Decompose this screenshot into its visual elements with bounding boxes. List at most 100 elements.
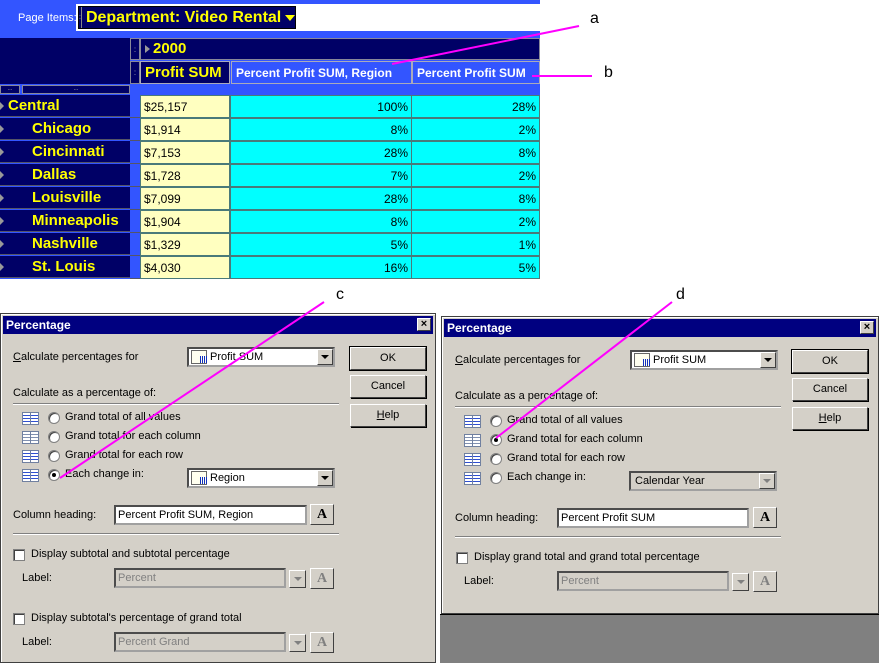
subtotal-checkbox[interactable] xyxy=(13,549,25,561)
column-dim-drag-handle[interactable]: : xyxy=(130,38,140,60)
cell-profit-sum[interactable]: $4,030 xyxy=(140,256,230,279)
calc-for-combo[interactable]: Profit SUM xyxy=(187,347,335,367)
expand-arrow-icon[interactable] xyxy=(0,124,4,133)
column-heading-input[interactable]: Percent Profit SUM xyxy=(557,508,749,528)
row-header[interactable]: Cincinnati xyxy=(0,141,130,163)
row-header[interactable]: Louisville xyxy=(0,187,130,209)
option-label[interactable]: Each change in: xyxy=(65,468,144,480)
calc-for-value: Profit SUM xyxy=(210,351,264,363)
cell-percent-total[interactable]: 5% xyxy=(411,256,540,279)
cell-percent-region[interactable]: 28% xyxy=(230,141,412,164)
cancel-button[interactable]: Cancel xyxy=(792,378,868,401)
expand-arrow-icon[interactable] xyxy=(0,193,4,202)
option-label[interactable]: Grand total for each column xyxy=(65,430,201,442)
expand-arrow-icon[interactable] xyxy=(0,147,4,156)
expand-arrow-icon[interactable] xyxy=(145,45,150,53)
cell-percent-region[interactable]: 100% xyxy=(230,95,412,118)
ok-button[interactable]: OK xyxy=(791,349,869,374)
cell-percent-region[interactable]: 8% xyxy=(230,118,412,141)
row-header[interactable]: Dallas xyxy=(0,164,130,186)
font-format-button[interactable]: A xyxy=(310,568,334,589)
column-heading-input[interactable]: Percent Profit SUM, Region xyxy=(114,505,307,525)
option-label[interactable]: Grand total of all values xyxy=(65,411,181,423)
cell-profit-sum[interactable]: $1,904 xyxy=(140,210,230,233)
cell-percent-region[interactable]: 8% xyxy=(230,210,412,233)
chevron-down-icon[interactable] xyxy=(289,634,306,652)
cell-percent-region[interactable]: 16% xyxy=(230,256,412,279)
option-radio[interactable] xyxy=(48,469,60,481)
column-dimension-year[interactable]: 2000 xyxy=(140,38,540,60)
cell-percent-total[interactable]: 28% xyxy=(411,95,540,118)
option-label[interactable]: Grand total for each row xyxy=(65,449,183,461)
row-header[interactable]: Nashville xyxy=(0,233,130,255)
option-label[interactable]: Each change in: xyxy=(507,471,586,483)
font-format-button[interactable]: A xyxy=(310,632,334,653)
expand-arrow-icon[interactable] xyxy=(0,170,4,179)
row-header[interactable]: Central xyxy=(0,95,130,117)
close-icon[interactable]: × xyxy=(860,321,874,334)
cell-percent-total[interactable]: 8% xyxy=(411,141,540,164)
chevron-down-icon[interactable] xyxy=(317,349,333,365)
option-radio[interactable] xyxy=(48,450,60,462)
grand-percentage-checkbox[interactable] xyxy=(13,613,25,625)
subtotal-label-input[interactable]: Percent xyxy=(114,568,286,588)
expand-arrow-icon[interactable] xyxy=(0,239,4,248)
option-radio[interactable] xyxy=(48,412,60,424)
cell-percent-total[interactable]: 2% xyxy=(411,210,540,233)
row-header[interactable]: Minneapolis xyxy=(0,210,130,232)
grand-label-input[interactable]: Percent Grand xyxy=(114,632,286,652)
cell-percent-total[interactable]: 8% xyxy=(411,187,540,210)
cell-percent-total[interactable]: 1% xyxy=(411,233,540,256)
chevron-down-icon[interactable] xyxy=(759,473,775,489)
cell-percent-region[interactable]: 28% xyxy=(230,187,412,210)
cell-profit-sum[interactable]: $25,157 xyxy=(140,95,230,118)
row-dim-handle[interactable]: ... xyxy=(0,85,20,94)
page-item-dropdown[interactable]: : Department: Video Rental xyxy=(76,4,298,31)
cell-percent-total[interactable]: 2% xyxy=(411,164,540,187)
dropdown-arrow-icon[interactable] xyxy=(285,14,296,21)
chevron-down-icon[interactable] xyxy=(289,570,306,588)
grand-total-label-input[interactable]: Percent xyxy=(557,571,729,591)
help-button[interactable]: Help xyxy=(350,404,426,427)
font-format-button[interactable]: A xyxy=(753,571,777,592)
chevron-down-icon[interactable] xyxy=(760,352,776,368)
cell-profit-sum[interactable]: $7,153 xyxy=(140,141,230,164)
close-icon[interactable]: × xyxy=(417,318,431,331)
cancel-button[interactable]: Cancel xyxy=(350,375,426,398)
expand-arrow-icon[interactable] xyxy=(0,101,4,110)
help-button[interactable]: Help xyxy=(792,407,868,430)
cell-profit-sum[interactable]: $7,099 xyxy=(140,187,230,210)
row-header[interactable]: Chicago xyxy=(0,118,130,140)
option-label[interactable]: Grand total for each column xyxy=(507,433,643,445)
change-in-combo[interactable]: Calendar Year xyxy=(629,471,777,491)
option-radio[interactable] xyxy=(490,415,502,427)
cell-percent-total[interactable]: 2% xyxy=(411,118,540,141)
option-radio[interactable] xyxy=(490,472,502,484)
cell-profit-sum[interactable]: $1,914 xyxy=(140,118,230,141)
column-header-percent-region[interactable]: Percent Profit SUM, Region xyxy=(231,61,412,84)
column-header-profit-sum[interactable]: Profit SUM xyxy=(140,61,230,84)
cell-percent-region[interactable]: 5% xyxy=(230,233,412,256)
measure-drag-handle[interactable]: : xyxy=(130,61,140,84)
cell-percent-region[interactable]: 7% xyxy=(230,164,412,187)
column-header-percent-total[interactable]: Percent Profit SUM xyxy=(412,61,540,84)
expand-arrow-icon[interactable] xyxy=(0,216,4,225)
row-dim-handle[interactable]: ... xyxy=(22,85,130,94)
cell-profit-sum[interactable]: $1,329 xyxy=(140,233,230,256)
chevron-down-icon[interactable] xyxy=(317,470,333,486)
cell-profit-sum[interactable]: $1,728 xyxy=(140,164,230,187)
option-radio[interactable] xyxy=(490,434,502,446)
row-header[interactable]: St. Louis xyxy=(0,256,130,278)
change-in-combo[interactable]: Region xyxy=(187,468,335,488)
expand-arrow-icon[interactable] xyxy=(0,262,4,271)
font-format-button[interactable]: A xyxy=(310,504,334,525)
option-radio[interactable] xyxy=(48,431,60,443)
chevron-down-icon[interactable] xyxy=(732,573,749,591)
font-format-button[interactable]: A xyxy=(753,507,777,528)
grand-total-checkbox[interactable] xyxy=(456,552,468,564)
calc-for-combo[interactable]: Profit SUM xyxy=(630,350,778,370)
option-label[interactable]: Grand total of all values xyxy=(507,414,623,426)
ok-button[interactable]: OK xyxy=(349,346,427,371)
option-radio[interactable] xyxy=(490,453,502,465)
option-label[interactable]: Grand total for each row xyxy=(507,452,625,464)
